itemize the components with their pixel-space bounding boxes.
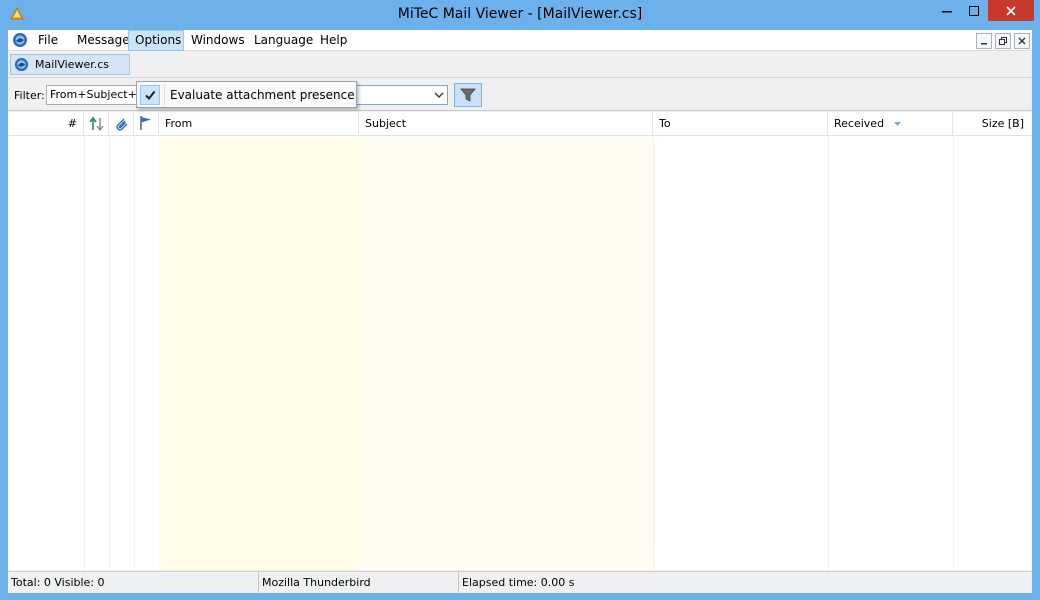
attachment-paperclip-icon	[116, 118, 128, 131]
mdi-restore-button[interactable]	[995, 33, 1011, 49]
status-bar: Total: 0 Visible: 0 Mozilla Thunderbird …	[8, 571, 1032, 594]
options-dropdown-menu: Evaluate attachment presence	[136, 81, 357, 108]
column-divider	[109, 137, 110, 570]
menu-item-evaluate-attachment-presence[interactable]: Evaluate attachment presence	[170, 88, 355, 102]
menu-language[interactable]: Language	[248, 30, 319, 51]
column-divider	[84, 137, 85, 570]
title-bar[interactable]: MiTeC Mail Viewer - [MailViewer.cs]	[0, 0, 1040, 30]
close-icon	[1018, 37, 1026, 45]
minimize-button[interactable]	[933, 0, 960, 21]
thunderbird-icon[interactable]	[12, 32, 28, 48]
subject-column-band	[359, 137, 653, 570]
restore-icon	[999, 37, 1007, 45]
status-elapsed: Elapsed time: 0.00 s	[462, 576, 575, 589]
menu-windows[interactable]: Windows	[185, 30, 251, 51]
status-counts: Total: 0 Visible: 0	[8, 572, 259, 594]
column-header-attachment[interactable]	[109, 112, 134, 136]
document-tab-bar: MailViewer.cs	[8, 52, 1032, 78]
menu-help[interactable]: Help	[314, 30, 353, 51]
mdi-minimize-button[interactable]	[976, 33, 992, 49]
evaluate-attachment-checkmark[interactable]	[140, 85, 160, 105]
column-divider	[953, 137, 954, 570]
column-header-number[interactable]: #	[8, 112, 84, 136]
grid-header: # From Subject To Received Size [B]	[8, 112, 1032, 136]
minimize-icon	[941, 10, 952, 12]
maximize-button[interactable]	[960, 0, 987, 21]
column-header-subject[interactable]: Subject	[359, 112, 653, 136]
column-header-size[interactable]: Size [B]	[953, 112, 1032, 136]
column-header-to[interactable]: To	[653, 112, 828, 136]
filter-funnel-icon	[460, 88, 476, 102]
menu-bar: File Messages Options Windows Language H…	[8, 30, 1032, 51]
minimize-icon	[981, 43, 987, 45]
thunderbird-icon	[14, 57, 29, 72]
document-tab-label: MailViewer.cs	[35, 58, 110, 71]
maximize-icon	[968, 5, 979, 16]
close-icon	[1006, 5, 1016, 16]
menu-options[interactable]: Options	[128, 30, 184, 51]
window-title: MiTeC Mail Viewer - [MailViewer.cs]	[397, 6, 643, 22]
column-header-from[interactable]: From	[159, 112, 359, 136]
chevron-down-icon	[434, 92, 444, 98]
column-divider	[653, 137, 654, 570]
apply-filter-button[interactable]	[454, 83, 482, 107]
message-list[interactable]: # From Subject To Received Size [B]	[8, 112, 1032, 570]
check-icon	[145, 90, 156, 101]
status-client: Mozilla Thunderbird	[259, 572, 459, 594]
sort-arrows-icon	[89, 116, 104, 132]
column-divider	[134, 137, 135, 570]
document-tab[interactable]: MailViewer.cs	[10, 54, 130, 75]
filter-label: Filter:	[14, 89, 45, 102]
column-header-read-status[interactable]	[84, 112, 109, 136]
flag-icon	[140, 116, 151, 130]
column-header-received[interactable]: Received	[828, 112, 953, 136]
column-header-received-label: Received	[834, 117, 885, 130]
app-window: MiTeC Mail Viewer - [MailViewer.cs] File…	[0, 0, 1040, 600]
column-divider	[828, 137, 829, 570]
close-button[interactable]	[988, 0, 1034, 21]
from-column-band	[159, 137, 359, 570]
mdi-close-button[interactable]	[1014, 33, 1030, 49]
menu-separator	[164, 84, 165, 106]
client-area: File Messages Options Windows Language H…	[8, 30, 1032, 594]
column-header-flag[interactable]	[134, 112, 159, 136]
menu-file[interactable]: File	[32, 30, 64, 51]
sort-desc-icon	[893, 122, 901, 126]
